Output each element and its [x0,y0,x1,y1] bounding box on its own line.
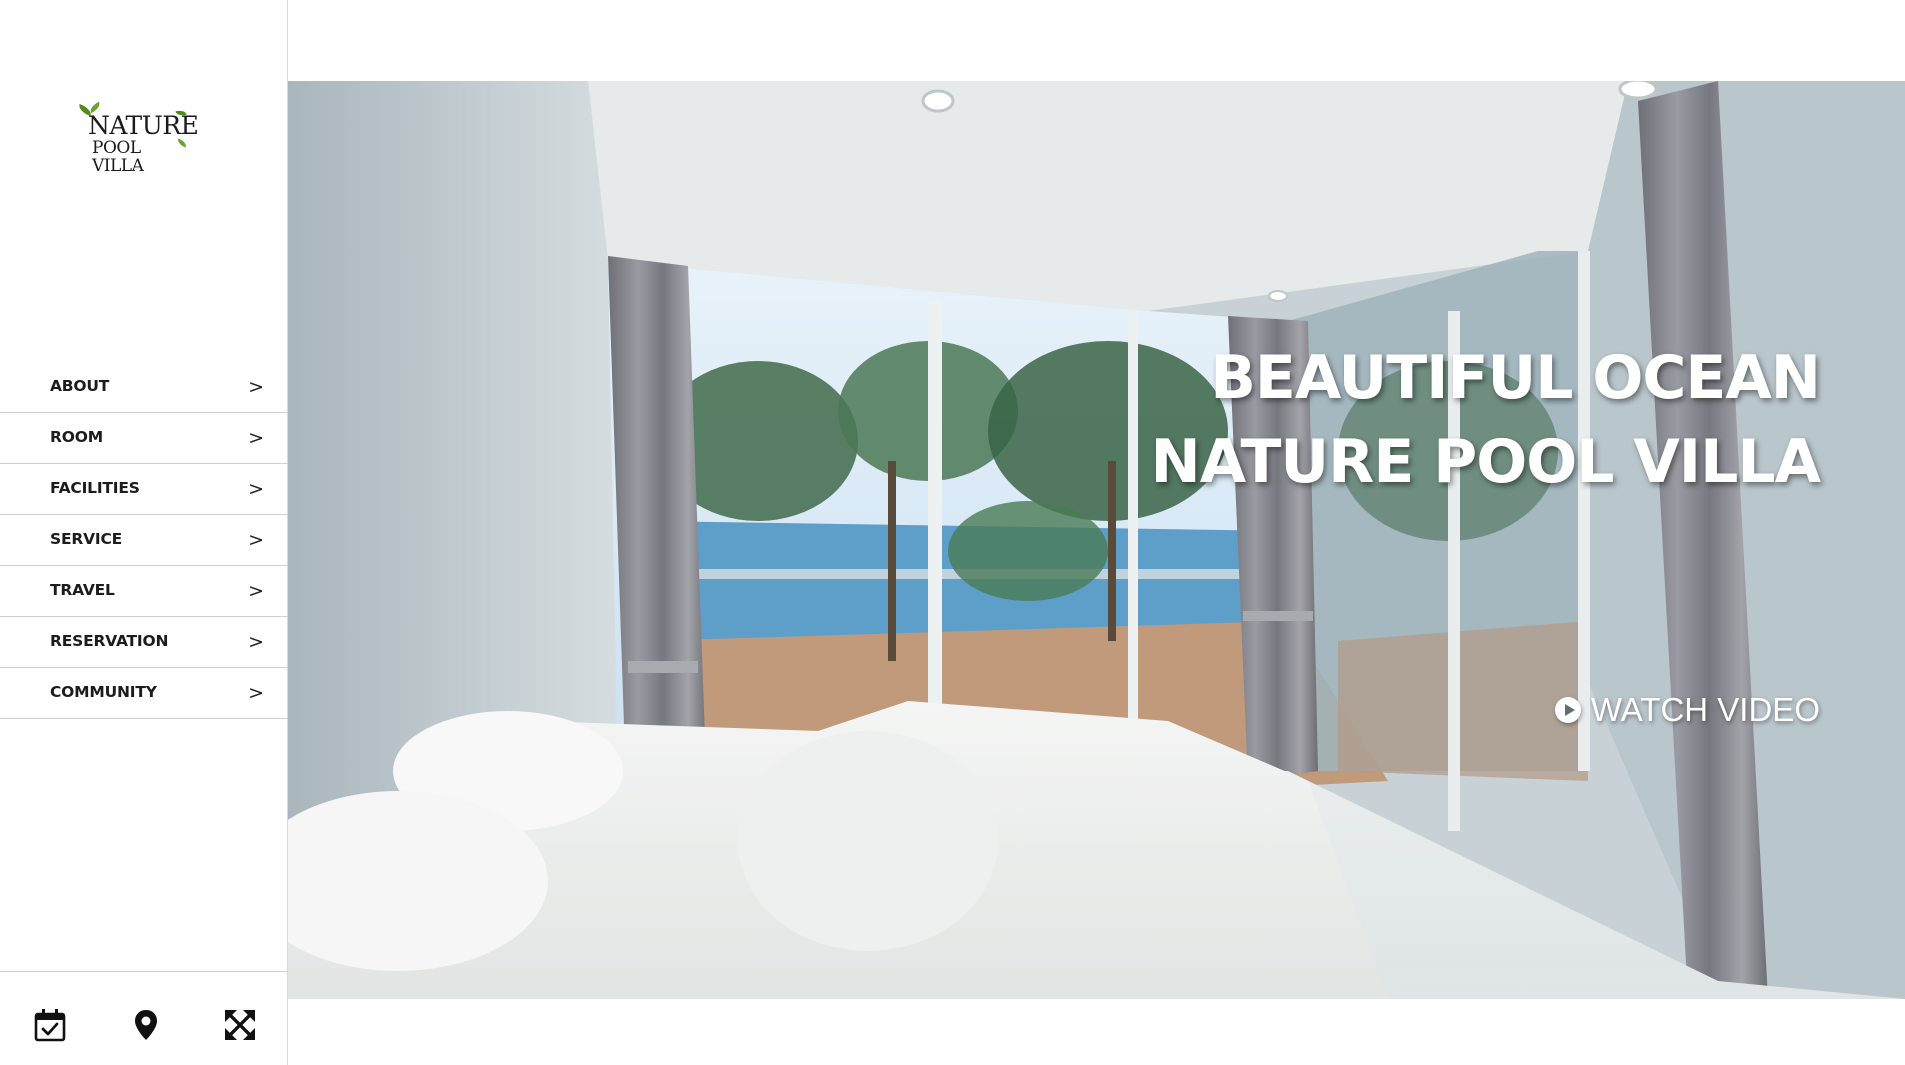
nav-item-travel[interactable]: TRAVEL > [0,566,288,617]
nav-item-label: COMMUNITY [50,683,157,701]
nav-item-label: RESERVATION [50,632,169,650]
nav-item-label: SERVICE [50,530,123,548]
nav-item-service[interactable]: SERVICE > [0,515,288,566]
chevron-right-icon: > [248,682,264,704]
main-nav: ABOUT > ROOM > FACILITIES > SERVICE > TR… [0,362,288,719]
nav-item-room[interactable]: ROOM > [0,413,288,464]
expand-arrows-icon[interactable] [223,1008,257,1042]
hero-photo [288,81,1905,999]
nav-item-label: FACILITIES [50,479,140,497]
nav-item-label: ROOM [50,428,103,446]
nav-item-label: TRAVEL [50,581,115,599]
hero-headline: BEAUTIFUL OCEAN NATURE POOL VILLA [1150,336,1821,504]
chevron-right-icon: > [248,478,264,500]
calendar-check-icon[interactable] [33,1008,67,1042]
chevron-right-icon: > [248,580,264,602]
location-pin-icon[interactable] [129,1008,163,1042]
nav-item-label: ABOUT [50,377,110,395]
logo-text-nature: NATURE [88,111,199,140]
chevron-right-icon: > [248,529,264,551]
nav-item-community[interactable]: COMMUNITY > [0,668,288,719]
sidebar-footer [0,971,288,1065]
nav-item-reservation[interactable]: RESERVATION > [0,617,288,668]
brand-logo[interactable]: NATURE POOL VILLA [74,101,199,175]
nav-item-about[interactable]: ABOUT > [0,362,288,413]
headline-line-1: BEAUTIFUL OCEAN [1210,343,1821,413]
watch-video-label: WATCH VIDEO [1590,691,1820,728]
play-circle-icon [1554,696,1582,724]
watch-video-button[interactable]: WATCH VIDEO [1554,691,1820,729]
logo-text-poolvilla: POOL VILLA [92,138,144,176]
headline-line-2: NATURE POOL VILLA [1150,427,1821,497]
nav-item-facilities[interactable]: FACILITIES > [0,464,288,515]
chevron-right-icon: > [248,376,264,398]
chevron-right-icon: > [248,631,264,653]
sidebar: NATURE POOL VILLA ABOUT > ROOM > FACILIT… [0,0,288,1065]
hero-banner: BEAUTIFUL OCEAN NATURE POOL VILLA WATCH … [288,81,1905,999]
chevron-right-icon: > [248,427,264,449]
